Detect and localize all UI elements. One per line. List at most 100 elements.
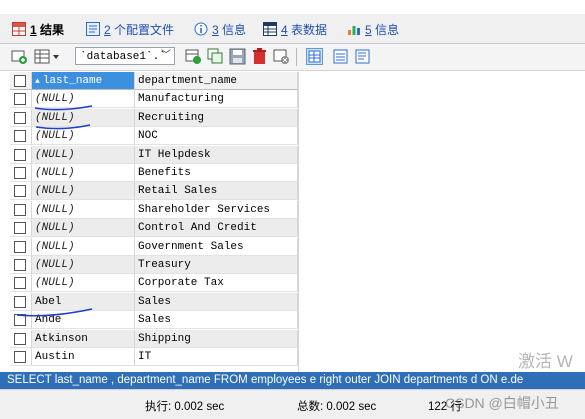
row-checkbox[interactable]	[10, 237, 32, 256]
table-row[interactable]: Abel Sales	[10, 292, 298, 311]
sql-status-bar: SELECT last_name , department_name FROM …	[0, 372, 585, 389]
cell-last-name[interactable]: (NULL)	[32, 274, 135, 293]
grid-view-icon[interactable]	[306, 48, 323, 65]
cell-department-name[interactable]: IT	[135, 348, 298, 366]
table-row[interactable]: Ande Sales	[10, 311, 298, 330]
tab-info-number: 3	[212, 22, 219, 37]
cell-last-name[interactable]: (NULL)	[32, 182, 135, 201]
insert-row-icon[interactable]	[185, 48, 202, 65]
tab-results-number: 1	[30, 22, 37, 37]
cell-department-name[interactable]: Retail Sales	[135, 182, 298, 201]
grid-right-edge	[298, 72, 299, 372]
table-row[interactable]: (NULL) Benefits	[10, 164, 298, 182]
cancel-changes-icon[interactable]	[273, 48, 290, 65]
toolbar-divider	[296, 48, 297, 66]
table-data-icon	[263, 22, 277, 36]
database-select-value: `database1`.`	[80, 51, 166, 63]
table-row[interactable]: Austin IT	[10, 348, 298, 366]
tab-info-2[interactable]: 5 信息	[347, 19, 399, 39]
cell-last-name[interactable]: (NULL)	[32, 200, 135, 219]
select-all-checkbox[interactable]	[10, 72, 32, 90]
table-row[interactable]: (NULL) Manufacturing	[10, 90, 298, 109]
tab-table-data-number: 4	[281, 22, 288, 37]
column-header-department-name-label: department_name	[138, 75, 238, 87]
cell-department-name[interactable]: NOC	[135, 127, 298, 146]
results-grid-icon	[12, 22, 26, 36]
cell-department-name[interactable]: Corporate Tax	[135, 274, 298, 293]
table-row[interactable]: (NULL) Treasury	[10, 256, 298, 274]
cell-department-name[interactable]: Treasury	[135, 256, 298, 274]
tab-results-label: 结果	[40, 22, 65, 37]
sort-ascending-icon: ▲	[35, 77, 40, 86]
row-checkbox[interactable]	[10, 329, 32, 348]
grid-mode-dropdown[interactable]	[34, 48, 64, 65]
text-view-icon[interactable]	[354, 48, 371, 65]
row-checkbox[interactable]	[10, 200, 32, 219]
row-checkbox[interactable]	[10, 274, 32, 293]
cell-last-name[interactable]: (NULL)	[32, 127, 135, 146]
cell-department-name[interactable]: Shareholder Services	[135, 200, 298, 219]
sql-query-text: SELECT last_name , department_name FROM …	[7, 374, 524, 386]
database-select[interactable]: `database1`.` ﹀	[75, 47, 175, 65]
row-checkbox[interactable]	[10, 145, 32, 164]
cell-department-name[interactable]: Government Sales	[135, 237, 298, 256]
cell-department-name[interactable]: Benefits	[135, 164, 298, 182]
cell-department-name[interactable]: Control And Credit	[135, 219, 298, 238]
row-checkbox[interactable]	[10, 292, 32, 311]
total-time: 总数: 0.002 sec	[297, 401, 377, 413]
csdn-watermark: CSDN @白帽小丑	[445, 395, 559, 411]
tab-profile-label: 个配置文件	[114, 22, 175, 37]
row-checkbox[interactable]	[10, 164, 32, 182]
column-header-department-name[interactable]: department_name	[135, 72, 298, 90]
cell-department-name[interactable]: Manufacturing	[135, 90, 298, 109]
table-row[interactable]: Atkinson Shipping	[10, 329, 298, 348]
cell-department-name[interactable]: Sales	[135, 292, 298, 311]
result-toolbar: `database1`.` ﹀	[0, 44, 585, 71]
cell-last-name[interactable]: (NULL)	[32, 164, 135, 182]
table-row[interactable]: (NULL) Shareholder Services	[10, 200, 298, 219]
cell-department-name[interactable]: Recruiting	[135, 108, 298, 127]
tab-info[interactable]: 3 信息	[194, 19, 246, 39]
row-checkbox[interactable]	[10, 219, 32, 238]
row-checkbox[interactable]	[10, 108, 32, 127]
table-row[interactable]: (NULL) Recruiting	[10, 108, 298, 127]
cell-last-name[interactable]: Austin	[32, 348, 135, 366]
tab-profile[interactable]: 2 个配置文件	[86, 19, 174, 39]
save-icon[interactable]	[229, 48, 246, 65]
cell-last-name[interactable]: (NULL)	[32, 145, 135, 164]
duplicate-row-icon[interactable]	[207, 48, 224, 65]
cell-last-name[interactable]: (NULL)	[32, 219, 135, 238]
row-checkbox[interactable]	[10, 348, 32, 366]
form-view-icon[interactable]	[332, 48, 349, 65]
cell-last-name[interactable]: (NULL)	[32, 256, 135, 274]
tab-info-2-number: 5	[365, 22, 372, 37]
cell-last-name[interactable]: Ande	[32, 311, 135, 330]
cell-department-name[interactable]: IT Helpdesk	[135, 145, 298, 164]
cell-last-name[interactable]: (NULL)	[32, 237, 135, 256]
cell-last-name[interactable]: (NULL)	[32, 90, 135, 109]
delete-icon[interactable]	[251, 48, 268, 65]
cell-last-name[interactable]: Abel	[32, 292, 135, 311]
result-tab-bar: 1 结果 2 个配置文件 3 信息 4 表数据 5 信息	[0, 14, 585, 44]
row-checkbox[interactable]	[10, 256, 32, 274]
table-row[interactable]: (NULL) Control And Credit	[10, 219, 298, 238]
table-row[interactable]: (NULL) Retail Sales	[10, 182, 298, 201]
cell-department-name[interactable]: Sales	[135, 311, 298, 330]
row-checkbox[interactable]	[10, 311, 32, 330]
table-row[interactable]: (NULL) Government Sales	[10, 237, 298, 256]
cell-department-name[interactable]: Shipping	[135, 329, 298, 348]
row-checkbox[interactable]	[10, 182, 32, 201]
column-header-last-name[interactable]: ▲ last_name	[32, 72, 135, 90]
row-checkbox[interactable]	[10, 127, 32, 146]
table-row[interactable]: (NULL) IT Helpdesk	[10, 145, 298, 164]
row-checkbox[interactable]	[10, 90, 32, 109]
cell-last-name[interactable]: (NULL)	[32, 108, 135, 127]
table-row[interactable]: (NULL) NOC	[10, 127, 298, 146]
tab-info-2-label: 信息	[375, 22, 400, 37]
cell-last-name[interactable]: Atkinson	[32, 329, 135, 348]
tab-results[interactable]: 1 结果	[12, 19, 64, 39]
add-row-icon[interactable]	[11, 48, 28, 65]
tab-info-label: 信息	[222, 22, 247, 37]
table-row[interactable]: (NULL) Corporate Tax	[10, 274, 298, 293]
tab-table-data[interactable]: 4 表数据	[263, 19, 327, 39]
